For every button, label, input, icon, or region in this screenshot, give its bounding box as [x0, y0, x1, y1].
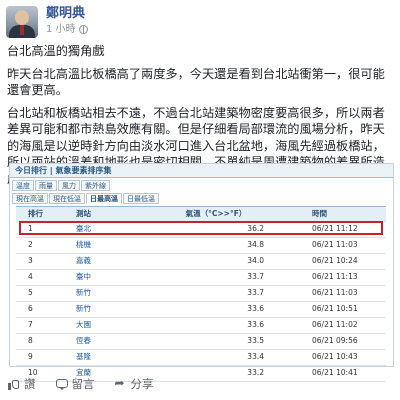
- table-row: 9 基隆 33.4 06/21 10:43: [16, 350, 386, 366]
- station-link[interactable]: 恆春: [76, 334, 91, 348]
- rank-cell: 3: [28, 256, 33, 265]
- rank-cell: 7: [28, 320, 33, 329]
- station-link[interactable]: 臺中: [76, 270, 91, 284]
- table-row: 2 桃機 34.8 06/21 11:03: [16, 238, 386, 254]
- time-cell: 06/21 11:03: [312, 288, 358, 297]
- comment-button[interactable]: 留言: [55, 376, 95, 392]
- time-cell: 06/21 10:43: [312, 352, 358, 361]
- station-link[interactable]: 桃機: [76, 238, 91, 252]
- table-row: 3 嘉義 34.0 06/21 10:24: [16, 254, 386, 270]
- temp-cell: 36.2: [247, 224, 264, 233]
- share-icon: [115, 376, 127, 390]
- post-title: 台北高溫的獨角戲: [7, 44, 105, 58]
- temp-cell: 33.7: [247, 272, 264, 281]
- category-tab[interactable]: 溫度: [12, 180, 34, 191]
- like-label: 讚: [24, 377, 36, 391]
- time-cell: 06/21 10:24: [312, 256, 358, 265]
- share-label: 分享: [130, 377, 154, 391]
- station-link[interactable]: 嘉義: [76, 254, 91, 268]
- rank-cell: 8: [28, 336, 33, 345]
- rank-cell: 2: [28, 240, 33, 249]
- ranking-table: 排行 測站 氣溫（°C>>°F） 時間 1 臺北 36.2 06/21 11:12 2 桃…: [16, 206, 386, 382]
- post-meta: 1 小時: [46, 23, 88, 36]
- station-link[interactable]: 基隆: [76, 350, 91, 364]
- avatar[interactable]: [6, 6, 38, 38]
- temp-cell: 33.5: [247, 336, 264, 345]
- table-row: 7 大園 33.6 06/21 11:02: [16, 318, 386, 334]
- category-tab[interactable]: 風力: [58, 180, 80, 191]
- table-row: 1 臺北 36.2 06/21 11:12: [16, 221, 386, 238]
- ranking-tabs: 現在高溫 現在低溫 日最高溫 日最低溫: [12, 193, 159, 204]
- table-row: 5 新竹 33.7 06/21 11:03: [16, 286, 386, 302]
- thumbs-up-icon: [8, 378, 20, 390]
- like-button[interactable]: 讚: [8, 376, 36, 392]
- temp-cell: 33.4: [247, 352, 264, 361]
- globe-icon: [78, 25, 88, 34]
- rank-cell: 9: [28, 352, 33, 361]
- header-rank: 排行: [28, 209, 43, 218]
- category-tab[interactable]: 紫外線: [81, 180, 110, 191]
- station-link[interactable]: 新竹: [76, 286, 91, 300]
- temp-cell: 34.0: [247, 256, 264, 265]
- author-name[interactable]: 鄭明典: [46, 6, 85, 22]
- time-cell: 06/21 11:03: [312, 240, 358, 249]
- post-time[interactable]: 1 小時: [46, 23, 76, 36]
- rank-cell: 6: [28, 304, 33, 313]
- share-button[interactable]: 分享: [115, 376, 154, 392]
- embed-title: 今日排行 | 氣象要素排序集: [10, 164, 393, 178]
- comment-icon: [55, 378, 68, 390]
- category-tabs: 溫度 雨量 風力 紫外線: [12, 180, 110, 191]
- station-link[interactable]: 大園: [76, 318, 91, 332]
- table-header: 排行 測站 氣溫（°C>>°F） 時間: [16, 207, 386, 222]
- ranking-tab[interactable]: 日最高溫: [86, 193, 122, 204]
- table-body: 1 臺北 36.2 06/21 11:12 2 桃機 34.8 06/21 11:03 3 嘉義 3…: [16, 221, 386, 382]
- table-row: 8 恆春 33.5 06/21 09:56: [16, 334, 386, 350]
- time-cell: 06/21 11:02: [312, 320, 358, 329]
- time-cell: 06/21 09:56: [312, 336, 358, 345]
- station-link[interactable]: 臺北: [76, 222, 91, 236]
- station-link[interactable]: 新竹: [76, 302, 91, 316]
- rank-cell: 5: [28, 288, 33, 297]
- table-row: 4 臺中 33.7 06/21 11:13: [16, 270, 386, 286]
- rank-cell: 1: [28, 224, 33, 233]
- header-time: 時間: [312, 209, 327, 218]
- temp-cell: 33.6: [247, 320, 264, 329]
- temp-cell: 33.7: [247, 288, 264, 297]
- rank-cell: 4: [28, 272, 33, 281]
- embedded-screenshot[interactable]: 今日排行 | 氣象要素排序集 溫度 雨量 風力 紫外線 現在高溫 現在低溫 日最高溫 日最低…: [9, 163, 394, 382]
- header-station: 測站: [76, 209, 91, 218]
- temp-cell: 34.8: [247, 240, 264, 249]
- post-header: 鄭明典 1 小時: [6, 6, 394, 38]
- table-row: 6 新竹 33.6 06/21 10:51: [16, 302, 386, 318]
- ranking-tab[interactable]: 日最低溫: [123, 193, 159, 204]
- post-paragraph: 昨天台北高溫比板橋高了兩度多，今天還是看到台北站衝第一，很可能還會更高。: [7, 66, 385, 98]
- header-temp: 氣溫（°C>>°F）: [185, 209, 247, 218]
- ranking-tab[interactable]: 現在高溫: [12, 193, 48, 204]
- time-cell: 06/21 11:12: [312, 224, 358, 233]
- category-tab[interactable]: 雨量: [35, 180, 57, 191]
- time-cell: 06/21 10:51: [312, 304, 358, 313]
- action-bar: 讚 留言 分享: [8, 374, 392, 394]
- comment-label: 留言: [71, 377, 95, 391]
- time-cell: 06/21 11:13: [312, 272, 358, 281]
- temp-cell: 33.6: [247, 304, 264, 313]
- ranking-tab[interactable]: 現在低溫: [49, 193, 85, 204]
